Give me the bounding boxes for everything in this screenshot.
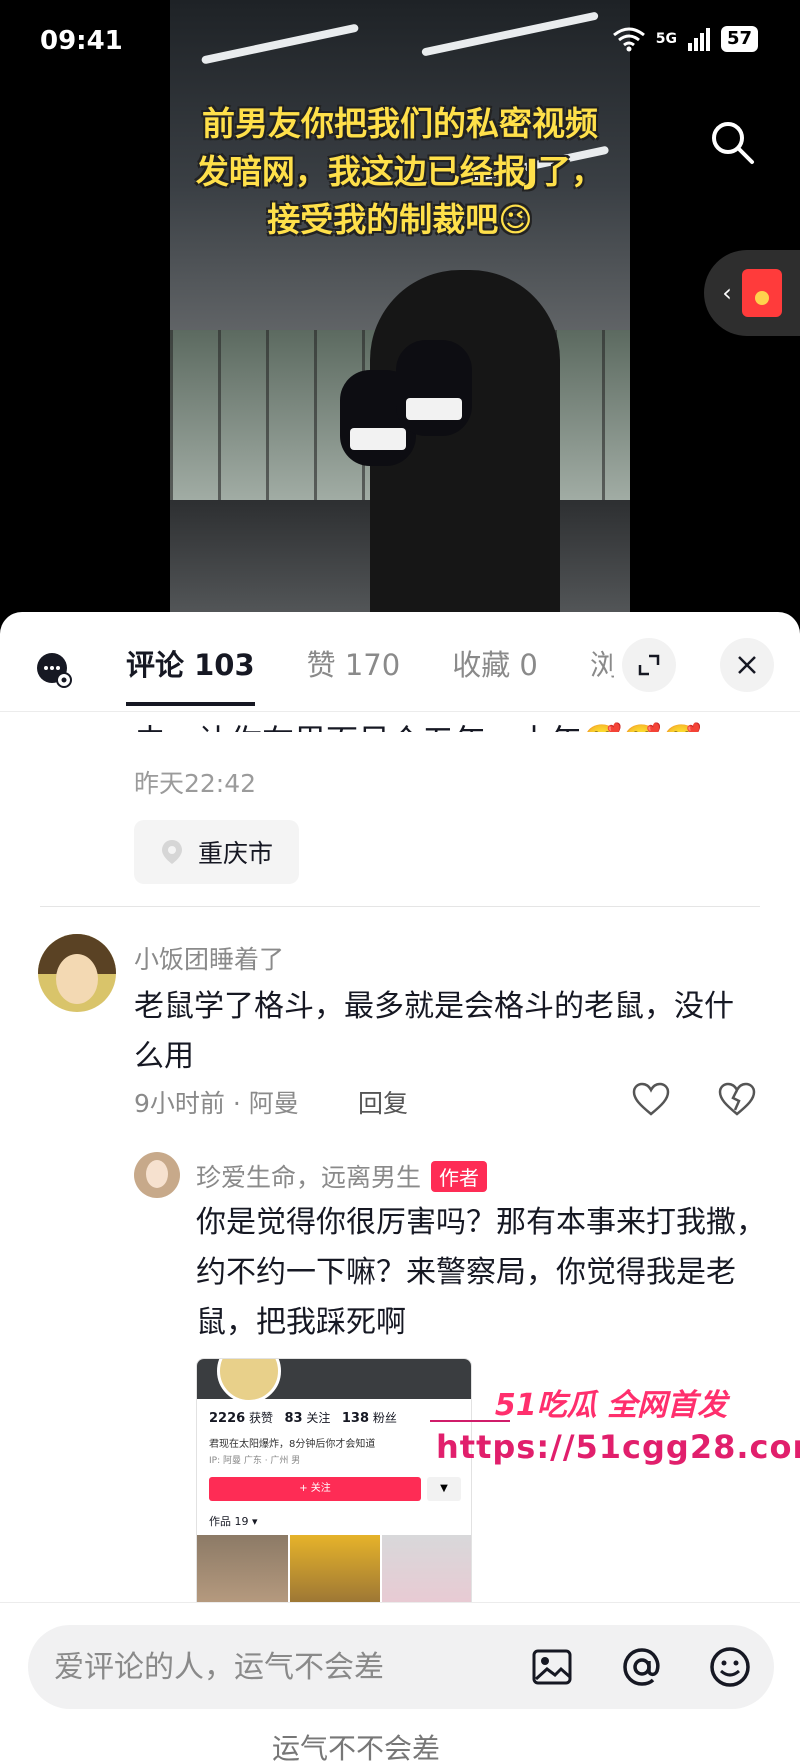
ceiling-light bbox=[200, 23, 360, 65]
reply-username[interactable]: 珍爱生命，远离男生 bbox=[196, 1158, 421, 1194]
close-button[interactable] bbox=[720, 638, 774, 692]
profile-following-count: 83 bbox=[284, 1411, 303, 1426]
previous-comment-time: 昨天22:42 bbox=[134, 769, 257, 798]
avatar[interactable] bbox=[38, 934, 116, 1012]
dislike-icon[interactable] bbox=[718, 1082, 756, 1116]
location-chip[interactable]: 重庆市 bbox=[134, 820, 300, 884]
profile-followers-label: 粉丝 bbox=[372, 1411, 397, 1425]
expand-icon bbox=[638, 654, 660, 676]
network-label: 5G bbox=[655, 31, 677, 47]
sheet-tabs: 评论 103 赞 170 收藏 0 浏 bbox=[126, 642, 614, 706]
comment-input-bar: 运气不不会差 bbox=[0, 1602, 800, 1762]
ceiling-light bbox=[421, 11, 599, 57]
tab-likes[interactable]: 赞 170 bbox=[307, 642, 401, 706]
status-icons: 5G 57 bbox=[612, 26, 758, 52]
search-icon[interactable] bbox=[708, 118, 756, 166]
comment-username[interactable]: 小饭团睡着了 bbox=[134, 940, 284, 976]
boxing-glove bbox=[396, 340, 472, 436]
close-icon bbox=[738, 656, 756, 674]
video-caption: 前男友你把我们的私密视频发暗网，我这边已经报J了，接受我的制裁吧😉 bbox=[195, 104, 605, 239]
at-icon[interactable] bbox=[620, 1645, 664, 1689]
glove-band bbox=[406, 398, 462, 420]
reply-button[interactable]: 回复 bbox=[358, 1084, 408, 1120]
profile-likes-label: 获赞 bbox=[249, 1411, 274, 1425]
previous-comment-text: 去，让你在里面呆个五年，十年🥰🥰🥰 bbox=[134, 712, 702, 732]
divider bbox=[40, 906, 760, 907]
battery-indicator: 57 bbox=[720, 26, 758, 52]
video-player[interactable]: 前男友你把我们的私密视频发暗网，我这边已经报J了，接受我的制裁吧😉 bbox=[170, 0, 630, 620]
app-screen: 前男友你把我们的私密视频发暗网，我这边已经报J了，接受我的制裁吧😉 09:41 … bbox=[0, 0, 800, 1762]
profile-follow-button: + 关注 bbox=[209, 1477, 421, 1501]
red-envelope-icon bbox=[741, 269, 782, 317]
avatar-face bbox=[56, 954, 98, 1004]
chevron-left-icon: ‹ bbox=[722, 279, 732, 307]
comment-list[interactable]: 去，让你在里面呆个五年，十年🥰🥰🥰 昨天22:42 重庆市 小饭团睡着了 老鼠学… bbox=[0, 712, 800, 1612]
status-time: 09:41 bbox=[40, 26, 123, 56]
profile-ip: IP: 阿曼 广东 · 广州 男 bbox=[209, 1456, 301, 1466]
profile-following-label: 关注 bbox=[306, 1411, 331, 1425]
profile-followers-count: 138 bbox=[341, 1411, 370, 1426]
profile-stats: 2226 获赞 83 关注 138 粉丝 bbox=[209, 1409, 397, 1426]
comment-sheet: 评论 103 赞 170 收藏 0 浏 去，让你在里面呆个五年，十年🥰🥰🥰 bbox=[0, 612, 800, 1762]
watermark-title: 51吃瓜 全网首发 bbox=[494, 1388, 728, 1423]
wifi-icon bbox=[612, 27, 645, 52]
watermark-url: https://51cgg28.com bbox=[436, 1428, 800, 1466]
thumbnail bbox=[382, 1535, 471, 1612]
comment-text: 老鼠学了格斗，最多就是会格斗的老鼠，没什么用 bbox=[134, 989, 734, 1074]
image-icon[interactable] bbox=[530, 1645, 574, 1689]
watermark-line bbox=[430, 1420, 510, 1422]
glove-band bbox=[350, 428, 406, 450]
expand-button[interactable] bbox=[622, 638, 676, 692]
profile-works-label: 作品 19 ▾ bbox=[209, 1515, 258, 1528]
profile-likes-count: 2226 bbox=[209, 1411, 246, 1426]
location-label: 重庆市 bbox=[198, 839, 274, 868]
caret-down-icon: ▼ bbox=[427, 1477, 461, 1501]
watermark: 51吃瓜 全网首发 https://51cgg28.com bbox=[430, 1380, 800, 1466]
profile-bio: 君现在太阳爆炸，8分钟后你才会知道 bbox=[209, 1439, 376, 1450]
comment-input-pill[interactable] bbox=[28, 1625, 774, 1709]
profile-thumbnails bbox=[197, 1535, 471, 1612]
comment-meta: 9小时前 · 阿曼 bbox=[134, 1089, 299, 1118]
previous-comment-clipped: 去，让你在里面呆个五年，十年🥰🥰🥰 bbox=[134, 716, 702, 732]
reply-user-row: 珍爱生命，远离男生 作者 bbox=[196, 1158, 488, 1194]
reply-avatar-face bbox=[146, 1160, 168, 1188]
sheet-header: 评论 103 赞 170 收藏 0 浏 bbox=[0, 612, 800, 712]
thumbnail bbox=[289, 1535, 381, 1612]
emoji-icon[interactable] bbox=[708, 1645, 752, 1689]
thumbnail bbox=[197, 1535, 288, 1612]
location-icon bbox=[162, 840, 182, 864]
reply-text: 你是觉得你很厉害吗？那有本事来打我撒，约不约一下嘛？来警察局，你觉得我是老鼠，把… bbox=[196, 1205, 766, 1340]
comment-input[interactable] bbox=[54, 1645, 514, 1689]
tab-views[interactable]: 浏 bbox=[590, 642, 614, 706]
like-icon[interactable] bbox=[632, 1082, 670, 1116]
signal-icon bbox=[687, 28, 710, 51]
tab-favorites[interactable]: 收藏 0 bbox=[452, 642, 538, 706]
reply-image[interactable]: 2226 获赞 83 关注 138 粉丝 君现在太阳爆炸，8分钟后你才会知道 I… bbox=[196, 1358, 472, 1612]
chat-settings-icon[interactable] bbox=[36, 652, 72, 688]
reply-avatar[interactable] bbox=[134, 1152, 180, 1198]
red-envelope-button[interactable]: ‹ bbox=[704, 250, 800, 336]
ghost-text: 运气不不会差 bbox=[272, 1732, 441, 1762]
author-badge: 作者 bbox=[431, 1160, 488, 1192]
tab-comments[interactable]: 评论 103 bbox=[126, 642, 255, 706]
